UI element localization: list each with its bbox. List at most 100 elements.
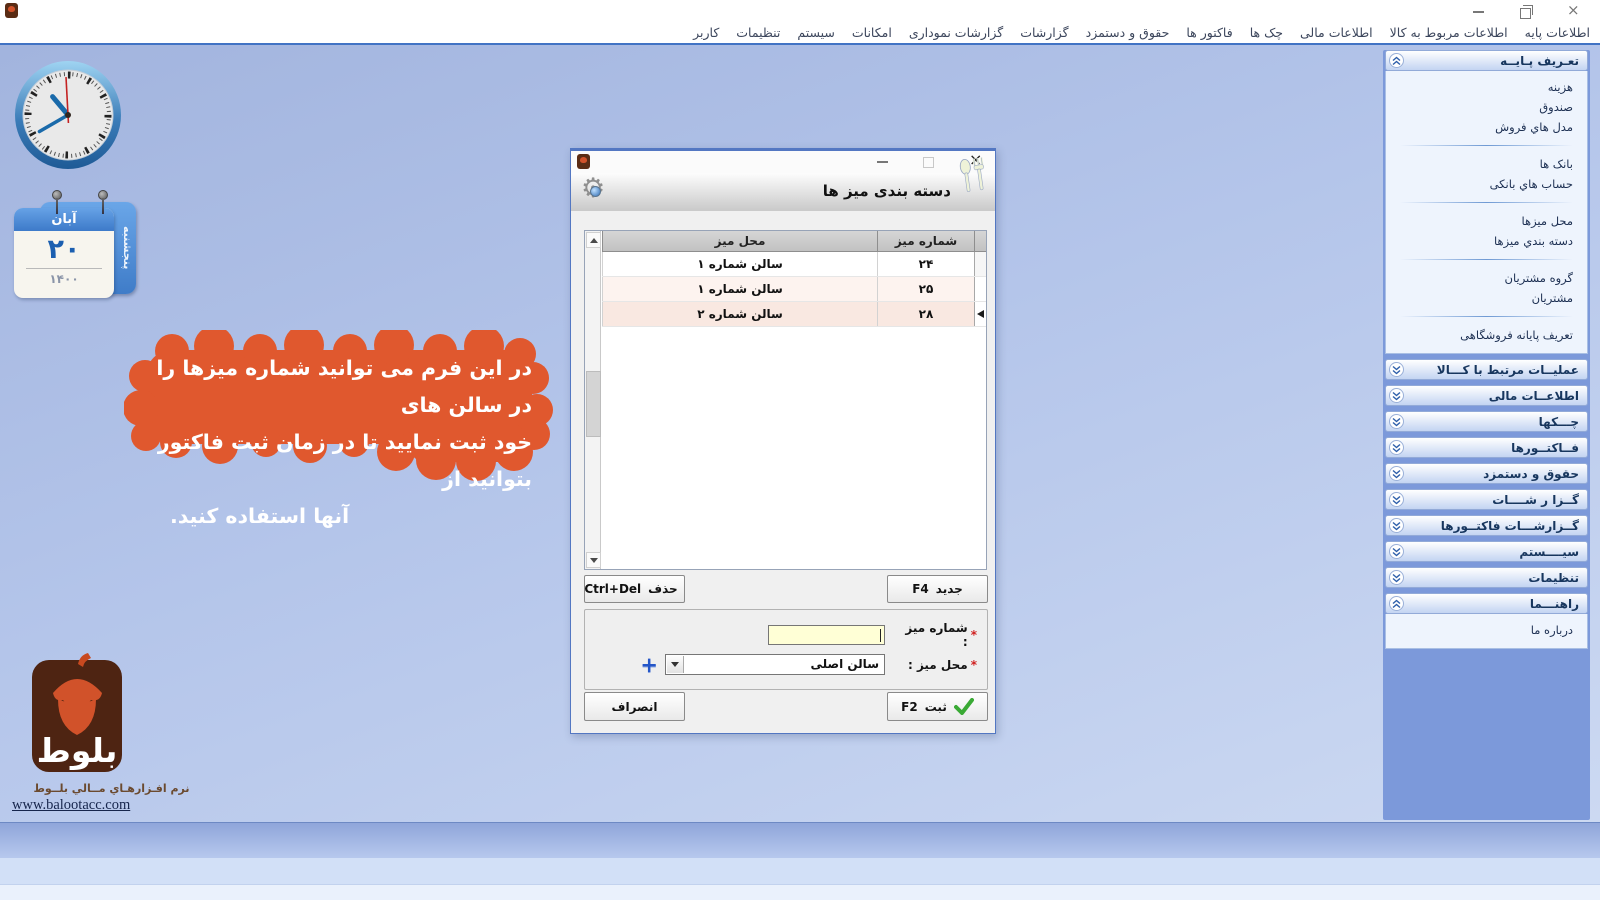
calendar-pin bbox=[98, 190, 108, 200]
chevron-down-icon[interactable] bbox=[1389, 388, 1404, 403]
menu-item-invoices[interactable]: فاکتور ها bbox=[1186, 25, 1232, 40]
scroll-down-icon[interactable] bbox=[586, 552, 601, 568]
delete-button[interactable]: حذف Ctrl+Del bbox=[584, 575, 685, 603]
sidebar-item-table-grouping[interactable]: دسته بندي میزها bbox=[1386, 231, 1587, 251]
scroll-up-icon[interactable] bbox=[586, 232, 601, 248]
sidebar-section-payroll[interactable]: حقوق و دستمزد bbox=[1385, 463, 1588, 484]
sidebar-section-settings[interactable]: تنظیمات bbox=[1385, 567, 1588, 588]
gear-icon[interactable]: ⚙ bbox=[581, 175, 609, 205]
divider bbox=[1400, 145, 1573, 146]
menu-item-goods-info[interactable]: اطلاعات مربوط به کالا bbox=[1390, 25, 1508, 40]
sidebar-section-invoice-reports[interactable]: گــزارشـــات فاکتــورها bbox=[1385, 515, 1588, 536]
menu-item-financial-info[interactable]: اطلاعات مالی bbox=[1300, 25, 1373, 40]
brand-tagline: نرم افـزارهـاي مــالي بلــوط bbox=[4, 782, 219, 795]
sidebar-item-pos-terminal[interactable]: تعریف پایانه فروشگاهی bbox=[1386, 325, 1587, 345]
dialog-maximize-icon[interactable] bbox=[923, 157, 934, 168]
sidebar-section-financial-info[interactable]: اطلاعــات مالی bbox=[1385, 385, 1588, 406]
table-row[interactable]: ۲۴ سالن شماره ۱ bbox=[602, 252, 986, 277]
combobox-value: سالن اصلی bbox=[810, 657, 879, 671]
chevron-down-icon[interactable] bbox=[1389, 466, 1404, 481]
grid-scrollbar[interactable] bbox=[585, 231, 601, 569]
sidebar-section-goods-operations[interactable]: عملیــات مرتبط با کـــالا bbox=[1385, 359, 1588, 380]
chevron-down-icon[interactable] bbox=[1389, 518, 1404, 533]
sidebar-item-expense[interactable]: هزینه bbox=[1386, 77, 1587, 97]
app-logo-icon bbox=[5, 3, 18, 18]
sidebar-item-table-locations[interactable]: محل میزها bbox=[1386, 211, 1587, 231]
menu-item-payroll[interactable]: حقوق و دستمزد bbox=[1086, 25, 1170, 40]
submit-button-shortcut: F2 bbox=[901, 700, 918, 714]
restore-icon[interactable] bbox=[1520, 8, 1531, 19]
scrollbar-thumb[interactable] bbox=[586, 371, 601, 437]
sidebar-item-customer-groups[interactable]: گروه مشتریان bbox=[1386, 268, 1587, 288]
menu-item-reports[interactable]: گزارشات bbox=[1020, 25, 1068, 40]
chevron-down-icon[interactable] bbox=[1389, 440, 1404, 455]
menu-item-cheques[interactable]: چک ها bbox=[1250, 25, 1283, 40]
row-selector[interactable] bbox=[974, 252, 986, 276]
chevron-down-icon[interactable] bbox=[1389, 414, 1404, 429]
dialog-titlebar: × bbox=[571, 151, 995, 173]
divider bbox=[1400, 316, 1573, 317]
table-number-input[interactable] bbox=[768, 625, 885, 645]
delete-button-shortcut: Ctrl+Del bbox=[584, 582, 641, 596]
new-button-shortcut: F4 bbox=[912, 582, 929, 596]
table-row-selected[interactable]: ۲۸ سالن شماره ۲ bbox=[602, 302, 986, 327]
sidebar-item-banks[interactable]: بانک ها bbox=[1386, 154, 1587, 174]
sidebar-section-help[interactable]: راهنـــما bbox=[1385, 593, 1588, 614]
status-band-lower bbox=[0, 884, 1600, 900]
menu-item-system[interactable]: سیستم bbox=[797, 25, 835, 40]
calendar-widget: پنجشنبه آبان ۲۰ ۱۴۰۰ bbox=[12, 194, 142, 302]
new-button[interactable]: جدید F4 bbox=[887, 575, 988, 603]
dialog-banner: ⚙ دسته بندی میز ها bbox=[571, 173, 995, 211]
logo-wordmark: بلوط bbox=[37, 731, 118, 771]
sidebar-section-content: درباره ما bbox=[1385, 614, 1588, 649]
chevron-up-icon[interactable] bbox=[1389, 53, 1404, 68]
row-selector-current[interactable] bbox=[974, 302, 986, 326]
section-title: تعـریف پـایــه bbox=[1500, 54, 1579, 68]
cancel-button[interactable]: انصراف bbox=[584, 692, 685, 721]
new-button-label: جدید bbox=[936, 582, 963, 596]
combobox-dropdown-icon[interactable] bbox=[667, 656, 684, 673]
cell-table-location: سالن شماره ۱ bbox=[602, 252, 877, 276]
chevron-up-icon[interactable] bbox=[1389, 596, 1404, 611]
section-title: حقوق و دستمزد bbox=[1483, 467, 1579, 481]
sidebar-item-sale-models[interactable]: مدل هاي فروش bbox=[1386, 117, 1587, 137]
cell-table-number: ۲۴ bbox=[877, 252, 974, 276]
section-title: تنظیمات bbox=[1528, 571, 1579, 585]
table-row[interactable]: ۲۵ سالن شماره ۱ bbox=[602, 277, 986, 302]
menu-item-facilities[interactable]: امکانات bbox=[852, 25, 892, 40]
chevron-down-icon[interactable] bbox=[1389, 570, 1404, 585]
divider bbox=[1400, 202, 1573, 203]
row-selector[interactable] bbox=[974, 277, 986, 301]
menu-item-base-info[interactable]: اطلاعات پایه bbox=[1525, 25, 1590, 40]
grid-header-table-number[interactable]: شماره میز bbox=[877, 231, 974, 251]
sidebar-item-customers[interactable]: مشتریان bbox=[1386, 288, 1587, 308]
balloot-logo: بلوط bbox=[28, 648, 128, 778]
chevron-down-icon[interactable] bbox=[1389, 544, 1404, 559]
sidebar-section-system[interactable]: سیــــستم bbox=[1385, 541, 1588, 562]
dialog-title: دسته بندی میز ها bbox=[823, 182, 951, 200]
website-link[interactable]: www.balootacc.com bbox=[12, 797, 130, 814]
minimize-icon[interactable] bbox=[1473, 6, 1484, 13]
menu-item-user[interactable]: کاربر bbox=[693, 25, 719, 40]
add-location-button[interactable]: + bbox=[640, 656, 658, 674]
table-location-combobox[interactable]: سالن اصلی bbox=[665, 654, 885, 675]
calendar-month: آبان bbox=[14, 208, 114, 231]
menu-item-settings[interactable]: تنظیمات bbox=[736, 25, 780, 40]
grid-header-table-location[interactable]: محل میز bbox=[602, 231, 877, 251]
section-title: چـــکها bbox=[1539, 415, 1579, 429]
sidebar-item-bank-accounts[interactable]: حساب هاي بانکی bbox=[1386, 174, 1587, 194]
menu-item-chart-reports[interactable]: گزارشات نموداری bbox=[909, 25, 1003, 40]
sidebar-section-invoices[interactable]: فــاکتــورها bbox=[1385, 437, 1588, 458]
chevron-down-icon[interactable] bbox=[1389, 362, 1404, 377]
section-title: سیــــستم bbox=[1519, 545, 1579, 559]
sidebar-section-base-definitions[interactable]: تعـریف پـایــه bbox=[1385, 50, 1588, 71]
sidebar-section-cheques[interactable]: چـــکها bbox=[1385, 411, 1588, 432]
submit-button[interactable]: ثبت F2 bbox=[887, 692, 988, 721]
sidebar-section-reports[interactable]: گــزا ر شــــات bbox=[1385, 489, 1588, 510]
dialog-minimize-icon[interactable] bbox=[877, 151, 888, 163]
sidebar-item-cashbox[interactable]: صندوق bbox=[1386, 97, 1587, 117]
sidebar-item-about-us[interactable]: درباره ما bbox=[1386, 620, 1587, 640]
close-icon[interactable]: × bbox=[1567, 4, 1580, 16]
chevron-down-icon[interactable] bbox=[1389, 492, 1404, 507]
required-asterisk: * bbox=[971, 628, 977, 642]
